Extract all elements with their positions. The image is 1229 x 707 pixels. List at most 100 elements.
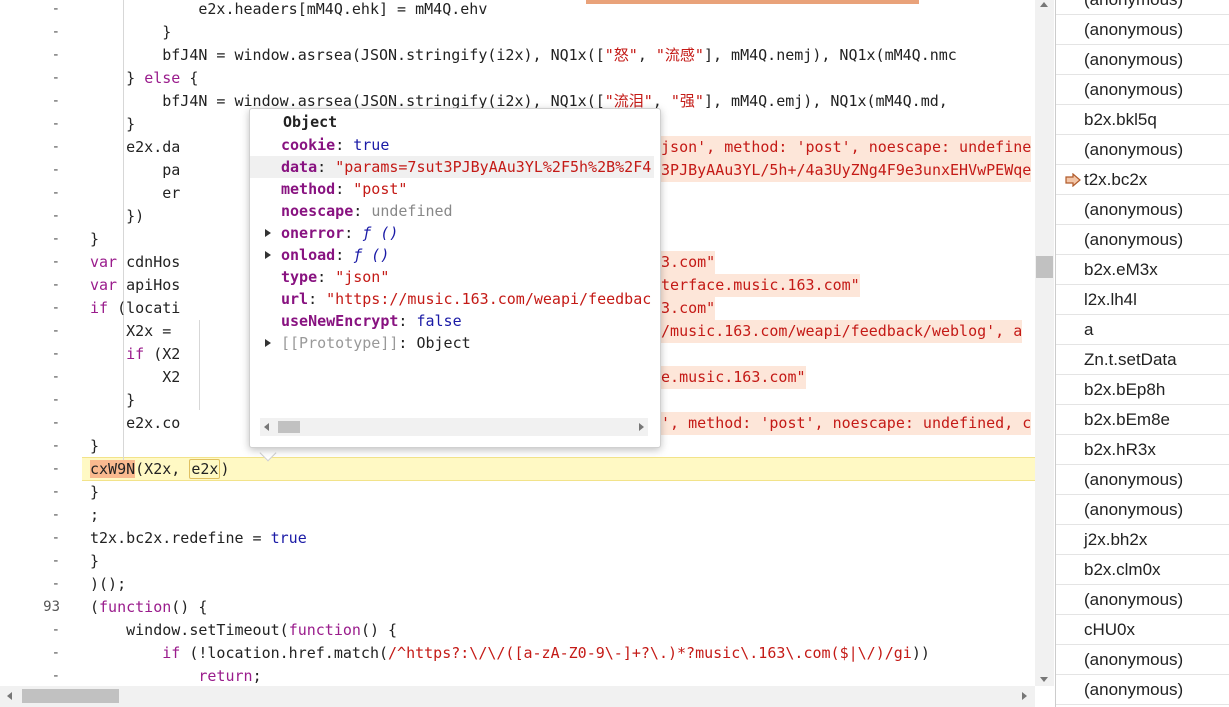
scroll-left-arrow-icon[interactable] xyxy=(264,423,269,431)
line-number[interactable]: - xyxy=(0,412,68,435)
call-stack-frame[interactable]: (anonymous) xyxy=(1056,45,1229,75)
code-line[interactable]: } xyxy=(68,435,99,458)
code-line[interactable]: return; xyxy=(68,665,261,686)
inline-evaluated-value[interactable]: n', method: 'post', noescape: undefined,… xyxy=(652,412,1032,435)
line-number[interactable]: - xyxy=(0,366,68,389)
line-number[interactable]: - xyxy=(0,435,68,458)
code-line[interactable]: }) xyxy=(68,205,144,228)
scroll-left-arrow-icon[interactable] xyxy=(7,692,12,700)
code-line[interactable]: X2x = //music.163.com/weapi/feedback/web… xyxy=(68,320,1023,343)
line-number[interactable]: - xyxy=(0,0,68,21)
expand-triangle-icon[interactable] xyxy=(265,229,271,237)
object-preview-popover[interactable]: Object cookie: true data: "params=7sut3PJ… xyxy=(249,108,661,448)
call-stack-frame[interactable]: (anonymous) xyxy=(1056,75,1229,105)
property-row[interactable]: useNewEncrypt: false xyxy=(250,310,654,332)
call-stack-frame[interactable]: cHU0x xyxy=(1056,615,1229,645)
call-stack-frame[interactable]: (anonymous) xyxy=(1056,675,1229,705)
code-line[interactable]: (function() { xyxy=(68,596,207,619)
scroll-down-arrow-icon[interactable] xyxy=(1040,677,1048,682)
call-stack-frame[interactable]: j2x.bh2x xyxy=(1056,525,1229,555)
call-stack-frame[interactable]: (anonymous) xyxy=(1056,645,1229,675)
line-number[interactable]: - xyxy=(0,159,68,182)
line-number[interactable]: - xyxy=(0,113,68,136)
line-number[interactable]: - xyxy=(0,21,68,44)
scroll-right-arrow-icon[interactable] xyxy=(639,423,644,431)
line-number[interactable]: - xyxy=(0,67,68,90)
editor-horizontal-scrollbar[interactable] xyxy=(0,686,1035,707)
call-stack-frame[interactable]: b2x.hR3x xyxy=(1056,435,1229,465)
call-stack-frame[interactable]: (anonymous) xyxy=(1056,465,1229,495)
inline-evaluated-value[interactable]: t3PJByAAu3YL/5h+/4a3UyZNg4F9e3unxEHVwPEW… xyxy=(652,159,1032,182)
property-row[interactable]: url: "https://music.163.com/weapi/feedba… xyxy=(250,288,654,310)
code-line[interactable]: var apiHos nterface.music.163.com" xyxy=(68,274,860,297)
property-row[interactable]: noescape: undefined xyxy=(250,200,654,222)
line-number[interactable]: - xyxy=(0,320,68,343)
line-number[interactable]: - xyxy=(0,458,68,481)
call-stack-frame[interactable]: (anonymous) xyxy=(1056,495,1229,525)
line-number[interactable]: - xyxy=(0,389,68,412)
scrollbar-thumb[interactable] xyxy=(1036,256,1053,278)
line-number[interactable]: 93 xyxy=(0,596,68,619)
code-line[interactable]: var cdnHos 63.com" xyxy=(68,251,716,274)
line-number[interactable]: - xyxy=(0,343,68,366)
inline-evaluated-value[interactable]: //music.163.com/weapi/feedback/weblog', … xyxy=(652,320,1023,343)
line-number[interactable]: - xyxy=(0,274,68,297)
call-stack-frame[interactable]: b2x.bkl5q xyxy=(1056,105,1229,135)
call-stack-frame[interactable]: b2x.bEm8e xyxy=(1056,405,1229,435)
hovered-argument-token[interactable]: e2x xyxy=(189,459,221,479)
code-line[interactable]: } else { xyxy=(68,67,198,90)
call-stack-frame[interactable]: b2x.clm0x xyxy=(1056,555,1229,585)
property-row[interactable]: type: "json" xyxy=(250,266,654,288)
code-line[interactable]: t2x.bc2x.redefine = true xyxy=(68,527,307,550)
code-line[interactable]: cxW9N(X2x, e2x) xyxy=(68,458,229,481)
code-line[interactable]: X2 ce.music.163.com" xyxy=(68,366,806,389)
call-stack-frame[interactable]: (anonymous) xyxy=(1056,15,1229,45)
call-stack-frame[interactable]: Zn.t.setData xyxy=(1056,345,1229,375)
code-line[interactable]: ; xyxy=(68,504,99,527)
code-line[interactable]: } xyxy=(68,21,171,44)
paused-call-token[interactable]: cxW9N xyxy=(90,460,136,478)
line-number[interactable]: - xyxy=(0,251,68,274)
call-stack-frame[interactable]: b2x.bEp8h xyxy=(1056,375,1229,405)
property-row[interactable]: method: "post" xyxy=(250,178,654,200)
inline-evaluated-value[interactable]: 63.com" xyxy=(652,297,716,320)
line-number[interactable]: - xyxy=(0,642,68,665)
property-row[interactable]: [[Prototype]]: Object xyxy=(250,332,654,354)
code-line[interactable]: bfJ4N = window.asrsea(JSON.stringify(i2x… xyxy=(68,44,957,67)
code-line[interactable]: if (X2 xyxy=(68,343,180,366)
line-number-gutter[interactable]: - - - - - - - - - - - - - - - - - - - - - - - - - -93- - - xyxy=(0,0,68,686)
call-stack-frame[interactable]: (anonymous) xyxy=(1056,0,1229,15)
call-stack-frame[interactable]: (anonymous) xyxy=(1056,585,1229,615)
code-line[interactable]: window.setTimeout(function() { xyxy=(68,619,397,642)
line-number[interactable]: - xyxy=(0,90,68,113)
scrollbar-thumb[interactable] xyxy=(278,421,300,433)
scrollbar-thumb[interactable] xyxy=(22,689,119,703)
property-row[interactable]: cookie: true xyxy=(250,134,654,156)
scroll-up-arrow-icon[interactable] xyxy=(1040,2,1048,7)
editor-vertical-scrollbar[interactable] xyxy=(1035,0,1054,686)
code-line[interactable]: )(); xyxy=(68,573,126,596)
call-stack-frame[interactable]: (anonymous) xyxy=(1056,135,1229,165)
code-line[interactable]: e2x.headers[mM4Q.ehk] = mM4Q.ehv xyxy=(68,0,487,21)
call-stack-frame[interactable]: t2x.bc2x xyxy=(1056,165,1229,195)
property-row[interactable]: onload: ƒ () xyxy=(250,244,654,266)
line-number[interactable]: - xyxy=(0,228,68,251)
line-number[interactable]: - xyxy=(0,504,68,527)
code-line[interactable]: } xyxy=(68,228,99,251)
line-number[interactable]: - xyxy=(0,44,68,67)
call-stack-frame[interactable]: (anonymous) xyxy=(1056,225,1229,255)
code-line[interactable]: e2x.da 'json', method: 'post', noescape: … xyxy=(68,136,1032,159)
property-row[interactable]: onerror: ƒ () xyxy=(250,222,654,244)
code-line[interactable]: e2x.co n', method: 'post', noescape: unde… xyxy=(68,412,1032,435)
call-stack-frame[interactable]: l2x.lh4l xyxy=(1056,285,1229,315)
call-stack-frame[interactable]: a xyxy=(1056,315,1229,345)
code-line[interactable]: if (!location.href.match(/^https?:\/\/([… xyxy=(68,642,930,665)
code-line[interactable]: } xyxy=(68,550,99,573)
line-number[interactable]: - xyxy=(0,527,68,550)
expand-triangle-icon[interactable] xyxy=(265,251,271,259)
code-line[interactable]: } xyxy=(68,481,99,504)
line-number[interactable]: - xyxy=(0,297,68,320)
line-number[interactable]: - xyxy=(0,481,68,504)
expand-triangle-icon[interactable] xyxy=(265,339,271,347)
line-number[interactable]: - xyxy=(0,619,68,642)
